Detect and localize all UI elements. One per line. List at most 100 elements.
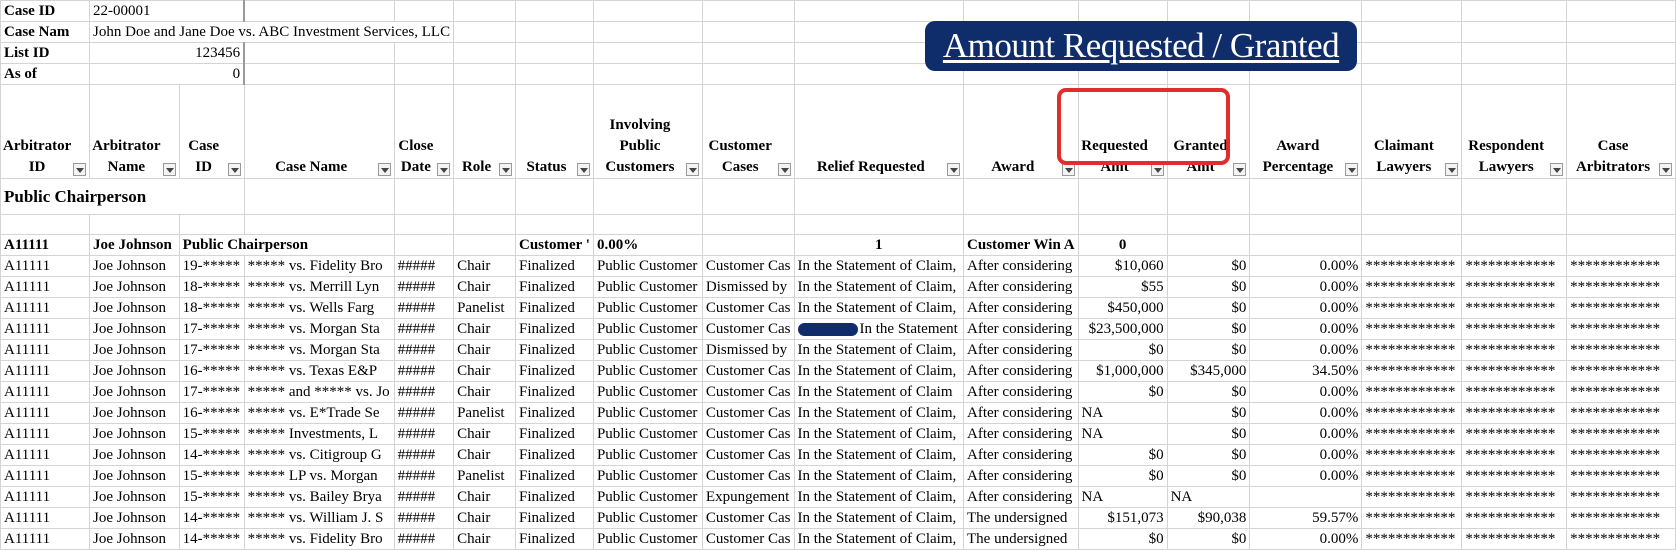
cell-close-date[interactable]: ##### <box>393 423 455 445</box>
filter-dropdown-icon[interactable] <box>576 163 590 176</box>
cell-status[interactable]: Finalized <box>515 297 594 319</box>
header-respondent-lawyers[interactable]: Respondent Lawyers <box>1461 84 1568 179</box>
cell-award[interactable]: After considering <box>963 339 1079 361</box>
as-of-label[interactable]: As of <box>0 63 91 85</box>
header-award-percentage[interactable]: Award Percentage <box>1249 84 1363 179</box>
header-case-arbitrators[interactable]: Case Arbitrators <box>1566 84 1676 179</box>
header-status[interactable]: Status <box>515 84 594 179</box>
cell-customer-cases[interactable]: Customer Cas <box>701 381 795 403</box>
cell-relief[interactable]: In the Statement of Claim, <box>793 444 965 466</box>
table-row[interactable]: A11111 Joe Johnson 15-***** ***** LP vs. Mo… <box>0 465 1676 487</box>
cell-claimant[interactable]: ************ <box>1361 381 1463 403</box>
cell-award-pct[interactable]: 59.57% <box>1249 507 1363 529</box>
cell-award[interactable]: After considering <box>963 486 1079 508</box>
cell-customer-cases[interactable]: Customer Cas <box>701 255 795 277</box>
cell-relief[interactable]: In the Statement of Claim, <box>793 276 965 298</box>
cell-claimant[interactable]: ************ <box>1361 276 1463 298</box>
header-requested-amt[interactable]: Requested Amt <box>1077 84 1168 179</box>
cell-requested[interactable]: $0 <box>1077 339 1168 361</box>
summary-involving[interactable]: 0.00% <box>592 234 703 256</box>
cell-status[interactable]: Finalized <box>515 255 594 277</box>
cell-arb-name[interactable]: Joe Johnson <box>89 486 180 508</box>
cell-requested[interactable]: $0 <box>1077 444 1168 466</box>
cell-requested[interactable]: $55 <box>1077 276 1168 298</box>
cell-award[interactable]: The undersigned <box>963 507 1079 529</box>
cell-case-id[interactable]: 17-***** <box>178 318 245 340</box>
case-id-value[interactable]: 22-00001 <box>89 0 245 22</box>
cell-involving[interactable]: Public Customer <box>592 360 703 382</box>
cell-close-date[interactable]: ##### <box>393 276 455 298</box>
cell-customer-cases[interactable]: Customer Cas <box>701 507 795 529</box>
table-row[interactable]: A11111 Joe Johnson 16-***** ***** vs. Texas… <box>0 360 1676 382</box>
cell-arb-name[interactable]: Joe Johnson <box>89 528 180 550</box>
cell-award-pct[interactable]: 0.00% <box>1249 528 1363 550</box>
cell-status[interactable]: Finalized <box>515 486 594 508</box>
cell-status[interactable]: Finalized <box>515 381 594 403</box>
cell-claimant[interactable]: ************ <box>1361 255 1463 277</box>
cell-case-name[interactable]: ***** vs. Morgan Sta <box>243 339 395 361</box>
cell-relief[interactable]: In the Statement of Claim, <box>793 507 965 529</box>
cell-close-date[interactable]: ##### <box>393 402 455 424</box>
cell-case-id[interactable]: 18-***** <box>178 276 245 298</box>
cell-role[interactable]: Chair <box>453 486 516 508</box>
cell-award[interactable]: After considering <box>963 465 1079 487</box>
cell-case-arb[interactable]: ************ <box>1566 255 1676 277</box>
cell-award[interactable]: After considering <box>963 444 1079 466</box>
header-claimant-lawyers[interactable]: Claimant Lawyers <box>1361 84 1463 179</box>
cell-customer-cases[interactable]: Customer Cas <box>701 423 795 445</box>
cell-involving[interactable]: Public Customer <box>592 423 703 445</box>
cell-case-name[interactable]: ***** vs. Morgan Sta <box>243 318 395 340</box>
cell-relief[interactable]: In the Statement of Claim, <box>793 402 965 424</box>
cell-award-pct[interactable]: 0.00% <box>1249 255 1363 277</box>
list-id-value[interactable]: 123456 <box>89 42 245 64</box>
filter-dropdown-icon[interactable] <box>777 163 791 176</box>
cell-award[interactable]: After considering <box>963 423 1079 445</box>
cell-case-id[interactable]: 19-***** <box>178 255 245 277</box>
cell-involving[interactable]: Public Customer <box>592 444 703 466</box>
cell-granted[interactable]: $0 <box>1166 255 1251 277</box>
cell-granted[interactable]: $0 <box>1166 276 1251 298</box>
cell-requested[interactable]: $450,000 <box>1077 297 1168 319</box>
cell-case-name[interactable]: ***** vs. William J. S <box>243 507 395 529</box>
cell-granted[interactable]: $0 <box>1166 465 1251 487</box>
cell-award[interactable]: After considering <box>963 318 1079 340</box>
cell-arb-name[interactable]: Joe Johnson <box>89 444 180 466</box>
cell-respondent[interactable]: ************ <box>1461 444 1568 466</box>
cell-customer-cases[interactable]: Customer Cas <box>701 360 795 382</box>
cell-arb-id[interactable]: A11111 <box>0 507 91 529</box>
cell-case-id[interactable]: 18-***** <box>178 297 245 319</box>
table-row[interactable]: A11111 Joe Johnson 18-***** ***** vs. Wells… <box>0 297 1676 319</box>
cell-respondent[interactable]: ************ <box>1461 486 1568 508</box>
cell-arb-name[interactable]: Joe Johnson <box>89 255 180 277</box>
cell-relief[interactable]: In the Statement of Claim, <box>793 528 965 550</box>
cell-respondent[interactable]: ************ <box>1461 276 1568 298</box>
cell-close-date[interactable]: ##### <box>393 465 455 487</box>
cell-case-id[interactable]: 16-***** <box>178 360 245 382</box>
cell-granted[interactable]: $0 <box>1166 444 1251 466</box>
cell-granted[interactable]: $0 <box>1166 423 1251 445</box>
cell-requested[interactable]: NA <box>1077 423 1168 445</box>
cell-relief[interactable]: In the Statement of Claim, <box>793 255 965 277</box>
cell-arb-id[interactable]: A11111 <box>0 528 91 550</box>
cell-claimant[interactable]: ************ <box>1361 360 1463 382</box>
filter-dropdown-icon[interactable] <box>499 163 512 176</box>
cell-relief[interactable]: In the Statement of Claim, <box>793 339 965 361</box>
cell-case-name[interactable]: ***** vs. E*Trade Se <box>243 402 395 424</box>
cell-close-date[interactable]: ##### <box>393 486 455 508</box>
cell-arb-id[interactable]: A11111 <box>0 255 91 277</box>
cell-case-id[interactable]: 15-***** <box>178 486 245 508</box>
cell-involving[interactable]: Public Customer <box>592 318 703 340</box>
cell-award-pct[interactable] <box>1249 486 1363 508</box>
cell-case-arb[interactable]: ************ <box>1566 507 1676 529</box>
cell-status[interactable]: Finalized <box>515 423 594 445</box>
cell-case-id[interactable]: 14-***** <box>178 507 245 529</box>
cell-case-id[interactable]: 14-***** <box>178 528 245 550</box>
cell-relief[interactable]: In the Statement <box>793 318 965 340</box>
cell-granted[interactable]: NA <box>1166 486 1251 508</box>
header-customer-cases[interactable]: Customer Cases <box>701 84 795 179</box>
cell-involving[interactable]: Public Customer <box>592 381 703 403</box>
header-role[interactable]: Role <box>453 84 516 179</box>
cell-arb-name[interactable]: Joe Johnson <box>89 318 180 340</box>
cell-arb-name[interactable]: Joe Johnson <box>89 402 180 424</box>
cell-award-pct[interactable]: 0.00% <box>1249 402 1363 424</box>
